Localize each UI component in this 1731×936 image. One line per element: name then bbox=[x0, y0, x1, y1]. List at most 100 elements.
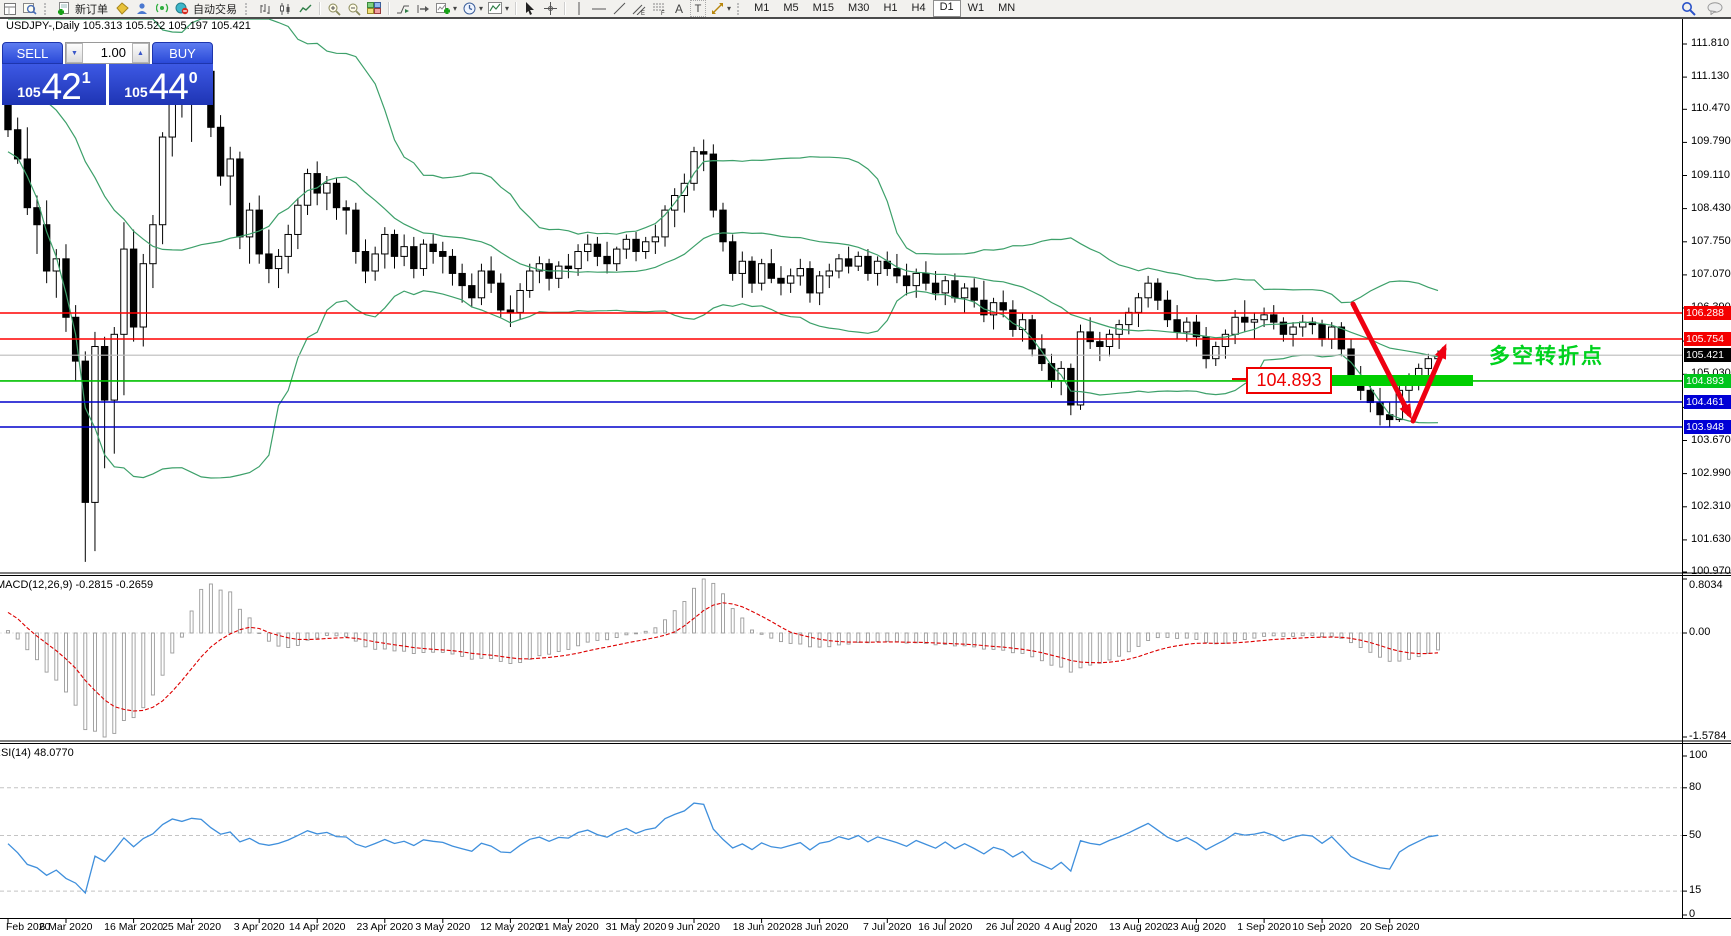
crosshair-tool-icon[interactable] bbox=[541, 1, 559, 16]
text-label-tool-icon[interactable]: T bbox=[690, 0, 707, 17]
price-tag-105.421: 105.421 bbox=[1684, 348, 1731, 363]
timeframe-d1[interactable]: D1 bbox=[932, 0, 961, 17]
timeframe-m30[interactable]: M30 bbox=[841, 1, 876, 16]
timeframe-h1[interactable]: H1 bbox=[876, 1, 904, 16]
cursor-tool-icon[interactable] bbox=[521, 1, 539, 16]
timeframe-m1[interactable]: M1 bbox=[747, 1, 776, 16]
buy-price-display[interactable]: 105 44 0 bbox=[109, 64, 213, 105]
periods-dropdown-icon[interactable]: ▾ bbox=[479, 4, 483, 13]
date-axis-label: 16 Jul 2020 bbox=[918, 921, 973, 933]
add-indicator-icon[interactable] bbox=[434, 1, 452, 16]
tile-windows-icon[interactable] bbox=[365, 1, 383, 16]
price-axis-label: 109.790 bbox=[1691, 135, 1731, 148]
timeframe-h4[interactable]: H4 bbox=[905, 1, 933, 16]
candlestick-type-icon[interactable] bbox=[276, 1, 294, 16]
chart-title-ohlc: USDJPY-,Daily 105.313 105.522 105.197 10… bbox=[6, 20, 251, 32]
price-tag-103.948: 103.948 bbox=[1684, 419, 1731, 434]
toolbar-separator bbox=[564, 2, 566, 15]
arrows-tool-icon[interactable] bbox=[708, 1, 726, 16]
timeframe-m15[interactable]: M15 bbox=[806, 1, 841, 16]
sell-price-display[interactable]: 105 42 1 bbox=[2, 64, 106, 105]
chart-canvas[interactable] bbox=[0, 0, 1731, 936]
line-chart-type-icon[interactable] bbox=[296, 1, 314, 16]
mt4-window: 新订单 自动交易 ▾ ▾ ▾ E F A T ▾ M1 M5 M15 M30 H… bbox=[0, 0, 1731, 936]
timeframe-m5[interactable]: M5 bbox=[776, 1, 805, 16]
macd-axis-zero-label: 0.00 bbox=[1689, 626, 1711, 638]
price-axis-label: 102.990 bbox=[1691, 466, 1731, 479]
zoom-in-icon[interactable] bbox=[325, 1, 343, 16]
metaeditor-icon[interactable] bbox=[113, 1, 131, 16]
chart-window-icon[interactable] bbox=[1, 1, 19, 16]
date-axis-label: 25 Mar 2020 bbox=[162, 921, 222, 933]
toolbar-separator bbox=[319, 2, 320, 15]
channel-tool-icon[interactable]: E bbox=[630, 1, 648, 16]
periods-icon[interactable] bbox=[460, 1, 478, 16]
rsi-axis-label: 15 bbox=[1689, 884, 1702, 897]
autotrading-icon[interactable] bbox=[173, 1, 191, 16]
price-tag-105.754: 105.754 bbox=[1684, 332, 1731, 346]
search-icon[interactable] bbox=[1679, 1, 1697, 16]
date-axis-label: 3 May 2020 bbox=[415, 921, 471, 933]
date-axis-label: 10 Sep 2020 bbox=[1292, 921, 1352, 933]
sell-button[interactable]: SELL bbox=[2, 42, 63, 64]
volume-increase-button[interactable]: ▲ bbox=[132, 43, 149, 63]
rsi-indicator-label: RSI(14) 48.0770 bbox=[0, 747, 74, 759]
price-axis-label: 101.630 bbox=[1691, 532, 1731, 545]
price-axis-label: 103.670 bbox=[1691, 433, 1731, 446]
date-axis-label: 4 Aug 2020 bbox=[1044, 921, 1098, 933]
volume-decrease-button[interactable]: ▼ bbox=[66, 43, 83, 63]
main-toolbar: 新订单 自动交易 ▾ ▾ ▾ E F A T ▾ M1 M5 M15 M30 H… bbox=[0, 0, 1731, 19]
support-zone-rectangle bbox=[1330, 375, 1473, 386]
macd-indicator-label: MACD(12,26,9) -0.2815 -0.2659 bbox=[0, 579, 154, 591]
new-order-icon[interactable] bbox=[55, 1, 73, 16]
buy-price-point: 0 bbox=[188, 70, 198, 87]
chat-icon[interactable] bbox=[1706, 1, 1724, 16]
templates-icon[interactable] bbox=[486, 1, 504, 16]
sell-price-pips: 42 bbox=[41, 66, 82, 107]
date-axis-label: 9 Jun 2020 bbox=[668, 921, 720, 933]
chart-preview-icon[interactable] bbox=[21, 1, 39, 16]
turning-point-note[interactable]: 多空转折点 bbox=[1489, 340, 1604, 370]
rsi-axis-label: 0 bbox=[1689, 908, 1696, 920]
chart-shift-icon[interactable] bbox=[414, 1, 432, 16]
support-zone-price-label[interactable]: 104.893 bbox=[1246, 367, 1332, 394]
buy-button[interactable]: BUY bbox=[152, 42, 213, 64]
macd-axis-max-label: 0.8034 bbox=[1689, 579, 1723, 591]
bar-chart-type-icon[interactable] bbox=[256, 1, 274, 16]
community-icon[interactable] bbox=[133, 1, 151, 16]
volume-input[interactable]: 1.00 bbox=[83, 43, 132, 63]
text-tool-icon[interactable]: A bbox=[670, 1, 688, 16]
date-axis-label: 21 May 2020 bbox=[538, 921, 599, 933]
zoom-out-icon[interactable] bbox=[345, 1, 363, 16]
indicator-dropdown-icon[interactable]: ▾ bbox=[453, 4, 457, 13]
price-axis-label: 111.130 bbox=[1691, 70, 1730, 83]
price-tag-104.461: 104.461 bbox=[1684, 394, 1731, 409]
autotrading-button[interactable]: 自动交易 bbox=[193, 1, 237, 17]
price-axis-label: 100.970 bbox=[1691, 565, 1731, 578]
date-axis-label: 23 Aug 2020 bbox=[1166, 921, 1226, 933]
fibonacci-tool-icon[interactable]: F bbox=[650, 1, 668, 16]
toolbar-grip bbox=[245, 2, 252, 15]
arrows-dropdown-icon[interactable]: ▾ bbox=[727, 4, 731, 13]
buy-price-pips: 44 bbox=[148, 66, 189, 107]
new-order-button[interactable]: 新订单 bbox=[75, 1, 108, 17]
rsi-axis-label: 100 bbox=[1689, 749, 1708, 761]
sell-price-major: 105 bbox=[17, 84, 41, 100]
vertical-line-tool-icon[interactable] bbox=[570, 1, 588, 16]
timeframe-mn[interactable]: MN bbox=[991, 1, 1022, 16]
auto-scroll-icon[interactable] bbox=[394, 1, 412, 16]
signals-icon[interactable] bbox=[153, 1, 171, 16]
price-tag-104.893: 104.893 bbox=[1684, 373, 1731, 388]
rsi-axis-label: 80 bbox=[1689, 780, 1702, 793]
price-axis-label: 109.110 bbox=[1691, 168, 1730, 181]
templates-dropdown-icon[interactable]: ▾ bbox=[505, 4, 509, 13]
buy-price-major: 105 bbox=[124, 84, 148, 100]
price-axis-label: 102.310 bbox=[1691, 499, 1731, 512]
toolbar-separator bbox=[388, 2, 389, 15]
trendline-tool-icon[interactable] bbox=[610, 1, 628, 16]
date-axis-label: 6 Mar 2020 bbox=[39, 921, 93, 933]
down-arrow bbox=[1350, 301, 1412, 420]
price-axis-label: 110.470 bbox=[1691, 102, 1730, 115]
timeframe-w1[interactable]: W1 bbox=[961, 1, 992, 16]
horizontal-line-tool-icon[interactable] bbox=[590, 1, 608, 16]
